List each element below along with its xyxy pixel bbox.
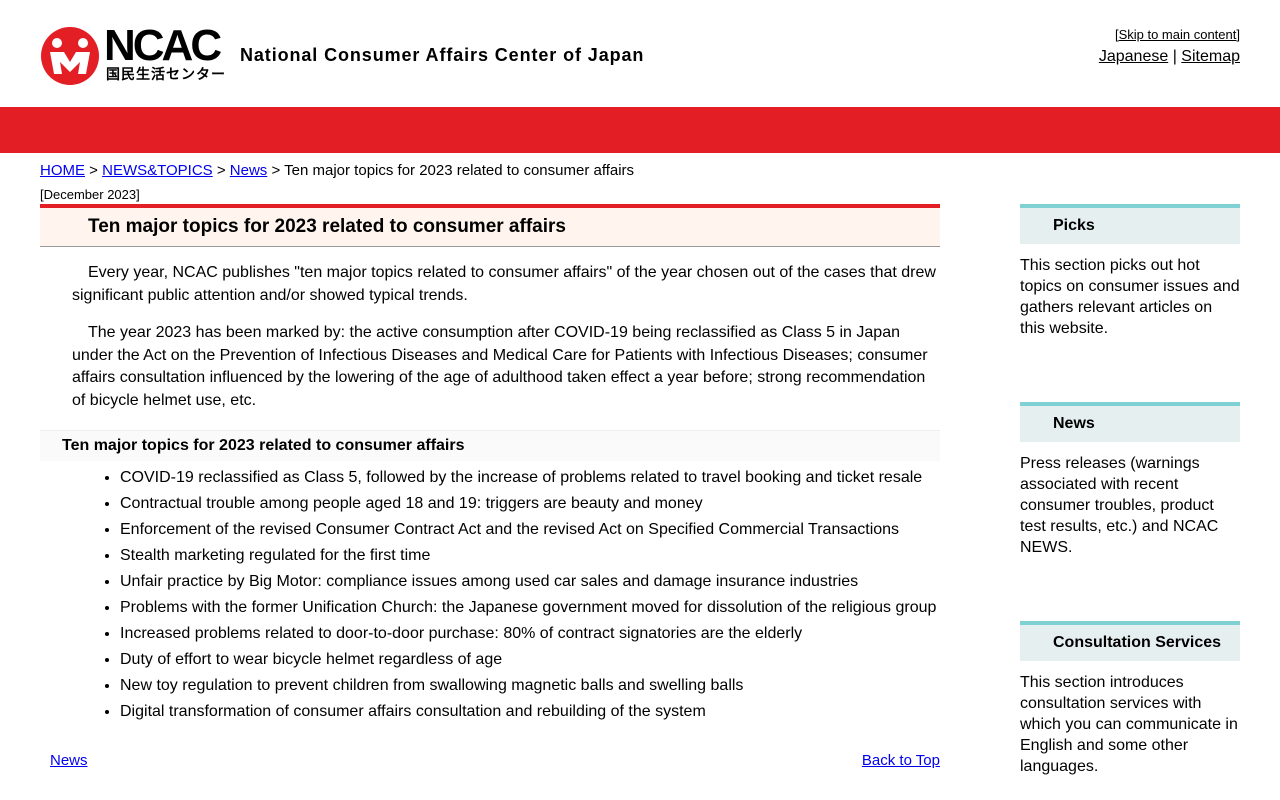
skip-link-container: [Skip to main content] [1115,27,1240,42]
sidebar-news: News Press releases (warnings associated… [1020,402,1240,558]
list-item: Stealth marketing regulated for the firs… [120,543,940,569]
logo-abbreviation: NCAC [104,21,222,70]
site-header: NCAC 国民生活センター National Consumer Affairs … [0,0,1280,107]
bottom-news-link[interactable]: News [50,752,88,769]
global-nav-bar [0,107,1280,153]
list-item: Enforcement of the revised Consumer Cont… [120,517,940,543]
skip-to-main-link[interactable]: Skip to main content [1119,27,1237,42]
list-item: Duty of effort to wear bicycle helmet re… [120,647,940,673]
sidebar-consultation: Consultation Services This section intro… [1020,621,1240,777]
title-box: Ten major topics for 2023 related to con… [40,204,940,247]
breadcrumb-news[interactable]: News [230,162,268,179]
breadcrumb: HOME > NEWS&TOPICS > News > Ten major to… [40,162,634,180]
sidebar-picks: Picks This section picks out hot topics … [1020,204,1240,339]
site-name: National Consumer Affairs Center of Japa… [240,45,645,65]
breadcrumb-current: Ten major topics for 2023 related to con… [284,162,635,179]
list-item: Digital transformation of consumer affai… [120,699,940,725]
list-item: COVID-19 reclassified as Class 5, follow… [120,465,940,491]
topic-list: COVID-19 reclassified as Class 5, follow… [40,465,940,725]
list-item: Unfair practice by Big Motor: compliance… [120,569,940,595]
breadcrumb-home[interactable]: HOME [40,162,85,179]
page-title: Ten major topics for 2023 related to con… [88,216,566,237]
summary-paragraph: The year 2023 has been marked by: the ac… [72,324,928,409]
list-item: Contractual trouble among people aged 18… [120,491,940,517]
sidebar-picks-title[interactable]: Picks [1053,217,1095,234]
ncac-logo-mark-icon [41,27,99,85]
header-links: Japanese | Sitemap [1099,48,1240,66]
topics-subheading: Ten major topics for 2023 related to con… [40,430,940,461]
breadcrumb-separator: > [271,162,281,179]
japanese-link[interactable]: Japanese [1099,48,1168,65]
breadcrumb-news-topics[interactable]: NEWS&TOPICS [102,162,213,179]
sidebar-news-text: Press releases (warnings associated with… [1020,455,1219,556]
sidebar-consultation-title[interactable]: Consultation Services [1053,634,1221,651]
header-separator: | [1172,48,1177,65]
intro-paragraph: Every year, NCAC publishes "ten major to… [72,264,936,304]
logo-japanese-name: 国民生活センター [106,66,226,82]
breadcrumb-separator: > [216,162,226,179]
list-item: New toy regulation to prevent children f… [120,673,940,699]
back-to-top-link[interactable]: Back to Top [862,752,940,769]
sidebar-news-title[interactable]: News [1053,415,1095,432]
sidebar-picks-text: This section picks out hot topics on con… [1020,257,1240,337]
main-content: Ten major topics for 2023 related to con… [40,204,940,725]
sidebar-consultation-text: This section introduces consultation ser… [1020,674,1238,775]
skip-bracket-close: ] [1236,27,1240,42]
sitemap-link[interactable]: Sitemap [1181,48,1240,65]
list-item: Problems with the former Unification Chu… [120,595,940,621]
publication-date: [December 2023] [40,187,140,202]
list-item: Increased problems related to door-to-do… [120,621,940,647]
ncac-logo[interactable]: NCAC 国民生活センター [40,22,230,86]
breadcrumb-separator: > [89,162,98,179]
